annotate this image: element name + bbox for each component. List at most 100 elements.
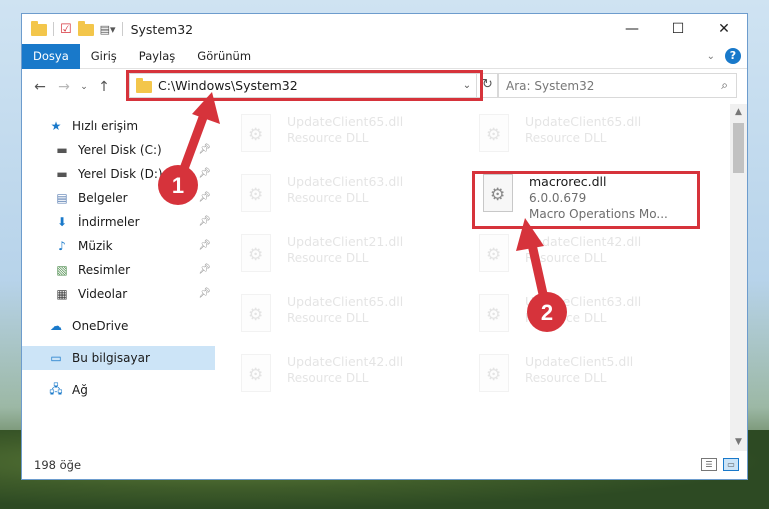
- tab-paylas[interactable]: Paylaş: [128, 44, 187, 69]
- sidebar-item-onedrive[interactable]: ☁ OneDrive: [22, 314, 215, 338]
- tab-giris[interactable]: Giriş: [80, 44, 128, 69]
- sidebar-item-indirmeler[interactable]: ⬇ İndirmeler 📌︎: [22, 210, 215, 234]
- file-name: UpdateClient21.dll: [287, 234, 404, 249]
- dll-file-icon: [479, 234, 509, 272]
- sidebar-item-disk-d[interactable]: ▬ Yerel Disk (D:) 📌︎: [22, 162, 215, 186]
- item-count: 198 öğe: [34, 458, 82, 472]
- ribbon-tabs: Dosya Giriş Paylaş Görünüm ⌄ ?: [22, 43, 747, 69]
- sidebar-item-label: Yerel Disk (D:): [78, 167, 163, 181]
- scroll-down-icon[interactable]: ▼: [730, 434, 747, 451]
- sidebar-item-videolar[interactable]: ▦ Videolar 📌︎: [22, 282, 215, 306]
- large-icons-view-icon[interactable]: ▭: [723, 458, 739, 471]
- dll-file-icon: [241, 354, 271, 392]
- sidebar-item-label: İndirmeler: [78, 215, 140, 229]
- scrollbar-thumb[interactable]: [733, 123, 744, 173]
- list-item[interactable]: UpdateClient65.dll Resource DLL: [241, 294, 441, 340]
- pin-icon[interactable]: 📌︎: [198, 216, 211, 227]
- sidebar-item-disk-c[interactable]: ▬ Yerel Disk (C:) 📌︎: [22, 138, 215, 162]
- file-description: Resource DLL: [287, 371, 369, 385]
- pin-icon[interactable]: 📌︎: [198, 240, 211, 251]
- file-description: Resource DLL: [525, 131, 607, 145]
- file-highlight-box: [472, 171, 700, 229]
- sidebar-item-label: OneDrive: [72, 319, 129, 333]
- file-description: Resource DLL: [287, 311, 369, 325]
- pictures-icon: ▧: [56, 263, 68, 277]
- network-icon: 🖧︎: [49, 381, 63, 396]
- file-name: UpdateClient42.dll: [287, 354, 404, 369]
- recent-locations-icon[interactable]: ⌄: [76, 82, 92, 92]
- folder-icon: [136, 77, 152, 93]
- sidebar-item-belgeler[interactable]: ▤ Belgeler 📌︎: [22, 186, 215, 210]
- file-description: Resource DLL: [525, 251, 607, 265]
- star-icon: ★: [50, 119, 62, 133]
- search-input[interactable]: Ara: System32 ⌕: [497, 73, 737, 98]
- pin-icon[interactable]: 📌︎: [198, 192, 211, 203]
- file-name: UpdateClient65.dll: [525, 114, 642, 129]
- details-view-icon[interactable]: ☰: [701, 458, 717, 471]
- refresh-icon[interactable]: ↻: [476, 74, 498, 97]
- up-icon[interactable]: ↑: [92, 79, 116, 95]
- list-item[interactable]: UpdateClient65.dll Resource DLL: [241, 114, 441, 160]
- list-item[interactable]: UpdateClient65.dll Resource DLL: [479, 114, 679, 160]
- file-name: UpdateClient63.dll: [287, 174, 404, 189]
- vertical-scrollbar[interactable]: ▲ ▼: [730, 104, 747, 451]
- forward-icon[interactable]: →: [52, 79, 76, 95]
- help-icon[interactable]: ?: [725, 48, 741, 64]
- pin-icon[interactable]: 📌︎: [198, 144, 211, 155]
- navigation-pane: ★ Hızlı erişim ▬ Yerel Disk (C:) 📌︎ ▬ Ye…: [22, 104, 215, 451]
- sidebar-item-this-pc[interactable]: ▭ Bu bilgisayar: [22, 346, 215, 370]
- dll-file-icon: [241, 234, 271, 272]
- sidebar-item-label: Yerel Disk (C:): [78, 143, 162, 157]
- file-name: UpdateClient63.dll: [525, 294, 642, 309]
- back-icon[interactable]: ←: [28, 79, 52, 95]
- file-description: Resource DLL: [287, 191, 369, 205]
- cloud-icon: ☁: [50, 319, 62, 333]
- videos-icon: ▦: [56, 287, 68, 301]
- properties-icon[interactable]: ☑: [60, 22, 72, 37]
- customize-icon[interactable]: ▤▾: [100, 23, 116, 36]
- drive-icon: ▬: [56, 143, 68, 157]
- close-button[interactable]: ✕: [701, 14, 747, 44]
- downloads-icon: ⬇: [56, 215, 68, 229]
- sidebar-item-network[interactable]: 🖧︎ Ağ: [22, 378, 215, 402]
- dll-file-icon: [241, 174, 271, 212]
- sidebar-item-muzik[interactable]: ♪ Müzik 📌︎: [22, 234, 215, 258]
- address-path[interactable]: C:\Windows\System32: [158, 78, 458, 93]
- file-description: Resource DLL: [525, 371, 607, 385]
- file-name: UpdateClient65.dll: [287, 294, 404, 309]
- chevron-down-icon[interactable]: ⌄: [458, 80, 476, 91]
- scroll-up-icon[interactable]: ▲: [730, 104, 747, 121]
- expand-ribbon-icon[interactable]: ⌄: [707, 51, 715, 62]
- window-title: System32: [130, 21, 194, 37]
- sidebar-item-label: Bu bilgisayar: [72, 351, 150, 365]
- dll-file-icon: [241, 114, 271, 152]
- dll-file-icon: [479, 114, 509, 152]
- quick-access-toolbar: ☑ ▤▾: [22, 21, 123, 37]
- pin-icon[interactable]: 📌︎: [198, 168, 211, 179]
- sidebar-item-resimler[interactable]: ▧ Resimler 📌︎: [22, 258, 215, 282]
- new-folder-icon[interactable]: [77, 21, 94, 36]
- list-item[interactable]: UpdateClient63.dll Resource DLL: [479, 294, 679, 340]
- dll-file-icon: [241, 294, 271, 332]
- folder-icon: [31, 21, 47, 36]
- list-item[interactable]: UpdateClient42.dll Resource DLL: [241, 354, 441, 400]
- list-item[interactable]: UpdateClient5.dll Resource DLL: [479, 354, 679, 400]
- maximize-button[interactable]: ☐: [655, 14, 701, 44]
- list-item[interactable]: UpdateClient42.dll Resource DLL: [479, 234, 679, 280]
- list-item[interactable]: UpdateClient63.dll Resource DLL: [241, 174, 441, 220]
- list-item[interactable]: UpdateClient21.dll Resource DLL: [241, 234, 441, 280]
- music-icon: ♪: [58, 239, 66, 253]
- minimize-button[interactable]: —: [609, 14, 655, 44]
- dll-file-icon: [479, 294, 509, 332]
- search-icon[interactable]: ⌕: [721, 78, 728, 93]
- tab-dosya[interactable]: Dosya: [22, 43, 80, 69]
- pin-icon[interactable]: 📌︎: [198, 264, 211, 275]
- sidebar-item-quick-access[interactable]: ★ Hızlı erişim: [22, 114, 215, 138]
- pin-icon[interactable]: 📌︎: [198, 288, 211, 299]
- drive-icon: ▬: [56, 167, 68, 181]
- file-list: UpdateClient65.dll Resource DLL UpdateCli…: [215, 104, 747, 451]
- tab-gorunum[interactable]: Görünüm: [186, 44, 262, 69]
- sidebar-item-label: Müzik: [78, 239, 113, 253]
- title-bar: ☑ ▤▾ System32 — ☐ ✕: [22, 14, 747, 44]
- address-bar[interactable]: C:\Windows\System32 ⌄ ↻: [129, 73, 499, 98]
